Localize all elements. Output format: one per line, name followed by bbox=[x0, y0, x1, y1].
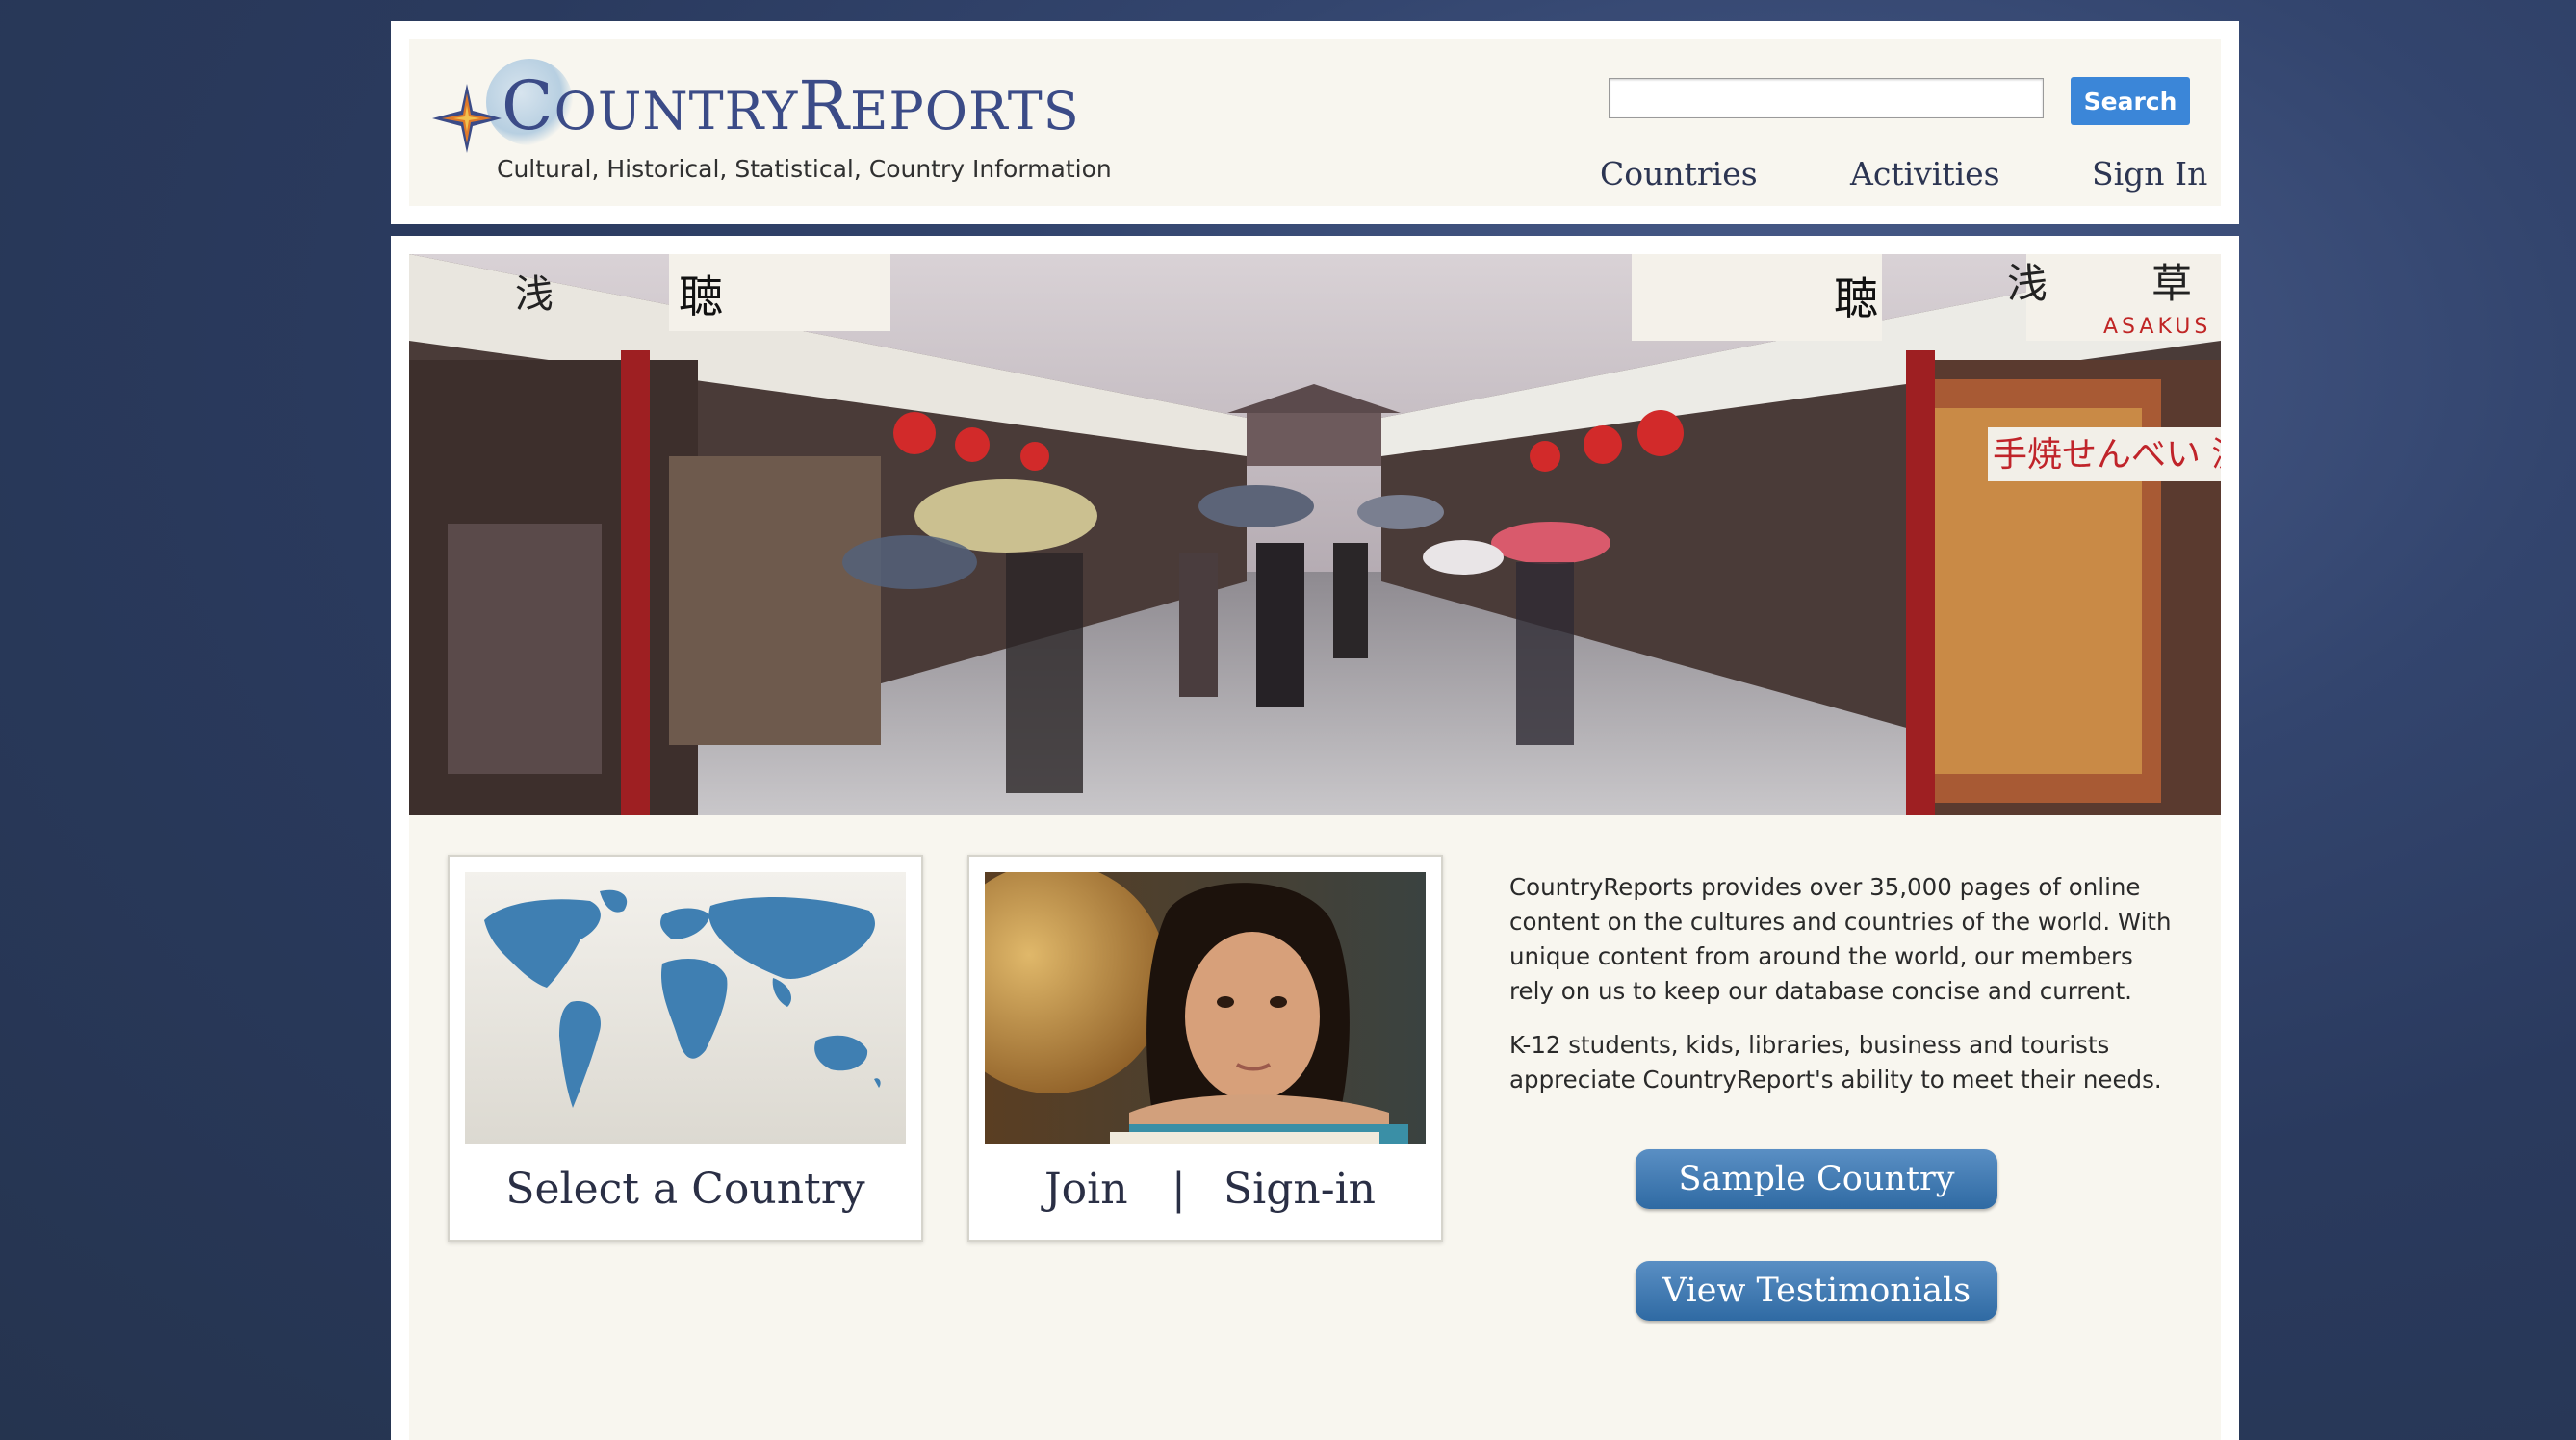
sign-in-link[interactable]: Sign-in bbox=[1224, 1165, 1376, 1214]
search-button[interactable]: Search bbox=[2071, 77, 2190, 125]
header: COUNTRYREPORTS Cultural, Historical, Sta… bbox=[391, 21, 2239, 224]
header-inner: COUNTRYREPORTS Cultural, Historical, Sta… bbox=[409, 39, 2221, 206]
main: 浅 聴 浅 草 聴 ASAKUS 手焼せんべい 濃 bbox=[391, 236, 2239, 1440]
description-paragraph: CountryReports provides over 35,000 page… bbox=[1509, 873, 2172, 1005]
description-paragraph: K-12 students, kids, libraries, business… bbox=[1509, 1031, 2162, 1093]
logo-star-icon bbox=[432, 84, 502, 153]
view-testimonials-button[interactable]: View Testimonials bbox=[1636, 1261, 1997, 1321]
nav-sign-in[interactable]: Sign In bbox=[2092, 155, 2207, 193]
hero-sign-7: 手焼せんべい 濃 bbox=[1993, 435, 2221, 475]
main-inner: 浅 聴 浅 草 聴 ASAKUS 手焼せんべい 濃 bbox=[409, 254, 2221, 1440]
nav-activities[interactable]: Activities bbox=[1850, 155, 2000, 193]
hero-sign-3: 浅 bbox=[2007, 260, 2048, 307]
tagline: Cultural, Historical, Statistical, Count… bbox=[497, 155, 1112, 183]
girl-with-globe-icon bbox=[985, 872, 1426, 1144]
world-map-icon bbox=[465, 872, 906, 1144]
join-link[interactable]: Join bbox=[1044, 1165, 1128, 1214]
logo[interactable]: COUNTRYREPORTS bbox=[502, 72, 1080, 140]
hero-image: 浅 聴 浅 草 聴 ASAKUS 手焼せんべい 濃 bbox=[409, 254, 2221, 815]
hero-sign-5: 聴 bbox=[1834, 272, 1878, 324]
site-description: CountryReports provides over 35,000 page… bbox=[1509, 870, 2183, 1117]
join-signin-card: Join | Sign-in bbox=[967, 855, 1443, 1242]
hero-sign-1: 浅 bbox=[515, 272, 554, 317]
hero-sign-2: 聴 bbox=[679, 270, 723, 322]
girl-with-globe-image bbox=[985, 872, 1426, 1144]
separator: | bbox=[1172, 1165, 1186, 1214]
nav-countries[interactable]: Countries bbox=[1600, 155, 1758, 193]
select-country-card[interactable]: Select a Country bbox=[448, 855, 923, 1242]
search-input[interactable] bbox=[1609, 78, 2044, 118]
world-map-image[interactable] bbox=[465, 872, 906, 1144]
hero-sign-6: ASAKUS bbox=[2103, 315, 2211, 339]
select-country-link[interactable]: Select a Country bbox=[450, 1165, 921, 1214]
street-market-photo-icon: 浅 聴 浅 草 聴 ASAKUS 手焼せんべい 濃 bbox=[409, 254, 2221, 815]
sample-country-button[interactable]: Sample Country bbox=[1636, 1149, 1997, 1209]
hero-sign-4: 草 bbox=[2151, 260, 2192, 307]
